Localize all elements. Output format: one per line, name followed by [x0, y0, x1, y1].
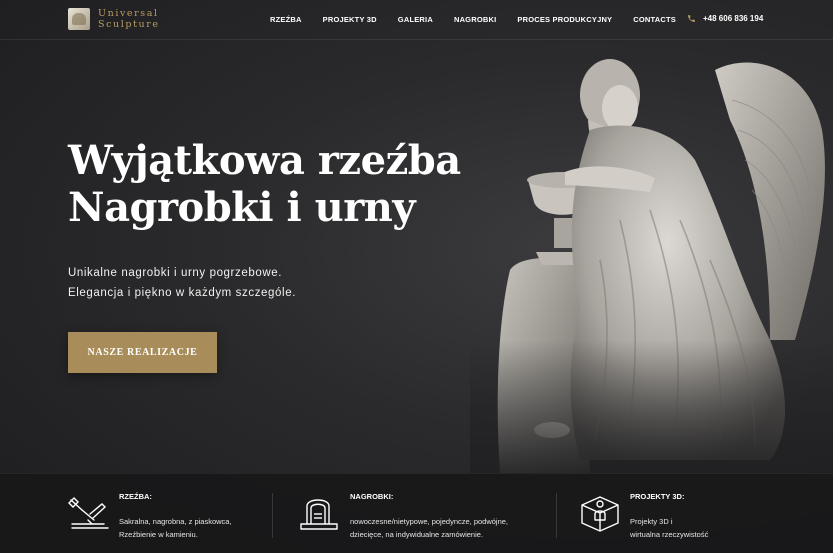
- phone-icon: [688, 15, 695, 22]
- logo-line-2: Sculpture: [98, 19, 160, 30]
- logo-line-1: Universal: [98, 8, 159, 19]
- tombstone-icon: [300, 499, 338, 530]
- nav-item-rzezba[interactable]: RZEŹBA: [270, 15, 302, 24]
- hero-title-line-1: Wyjątkowa rzeźba: [68, 137, 461, 184]
- logo[interactable]: Universal Sculpture: [68, 8, 160, 30]
- feature-title: NAGROBKI:: [350, 492, 394, 501]
- chisel-icon: [68, 497, 109, 529]
- feature-description: Sakralna, nagrobna, z piaskowca, Rzeźbie…: [119, 515, 232, 541]
- main-nav: RZEŹBA PROJEKTY 3D GALERIA NAGROBKI PROC…: [270, 15, 697, 24]
- feature-description: nowoczesne/nietypowe, pojedyncze, podwój…: [350, 515, 508, 541]
- nav-item-proces-produkcyjny[interactable]: PROCES PRODUKCYJNY: [517, 15, 612, 24]
- divider: [272, 493, 273, 538]
- features-bar: RZEŹBA: Sakralna, nagrobna, z piaskowca,…: [0, 473, 833, 553]
- 3d-cube-icon: [581, 496, 619, 532]
- hero-subtitle-line-2: Elegancja i piękno w każdym szczególe.: [68, 287, 296, 299]
- feature-desc-line-2: dziecięce, na indywidualne zamówienie.: [350, 530, 483, 539]
- hero-subtitle-line-1: Unikalne nagrobki i urny pogrzebowe.: [68, 267, 283, 279]
- feature-description: Projekty 3D i wirtualna rzeczywistość: [630, 515, 708, 541]
- nav-item-contacts[interactable]: CONTACTS: [633, 15, 676, 24]
- cta-nasze-realizacje-button[interactable]: NASZE REALIZACJE: [68, 332, 217, 373]
- site-header: Universal Sculpture RZEŹBA PROJEKTY 3D G…: [0, 0, 833, 40]
- hero-title-line-2: Nagrobki i urny: [68, 184, 416, 231]
- feature-desc-line-2: Rzeźbienie w kamieniu.: [119, 530, 198, 539]
- logo-mark-icon: [68, 8, 90, 30]
- hero-title: Wyjątkowa rzeźba Nagrobki i urny: [68, 137, 508, 231]
- feature-title: PROJEKTY 3D:: [630, 492, 685, 501]
- feature-desc-line-1: Projekty 3D i: [630, 517, 673, 526]
- angel-statue-image: [470, 59, 833, 473]
- divider: [556, 493, 557, 538]
- phone-link[interactable]: +48 606 836 194: [687, 14, 763, 23]
- logo-text: Universal Sculpture: [98, 8, 160, 30]
- nav-item-galeria[interactable]: GALERIA: [398, 15, 433, 24]
- nav-item-projekty-3d[interactable]: PROJEKTY 3D: [323, 15, 377, 24]
- feature-desc-line-1: Sakralna, nagrobna, z piaskowca,: [119, 517, 232, 526]
- nav-item-nagrobki[interactable]: NAGROBKI: [454, 15, 496, 24]
- hero-subtitle: Unikalne nagrobki i urny pogrzebowe. Ele…: [68, 263, 368, 303]
- feature-title: RZEŹBA:: [119, 492, 152, 501]
- phone-number: +48 606 836 194: [703, 14, 764, 23]
- feature-desc-line-2: wirtualna rzeczywistość: [630, 530, 709, 539]
- feature-desc-line-1: nowoczesne/nietypowe, pojedyncze, podwój…: [350, 517, 509, 526]
